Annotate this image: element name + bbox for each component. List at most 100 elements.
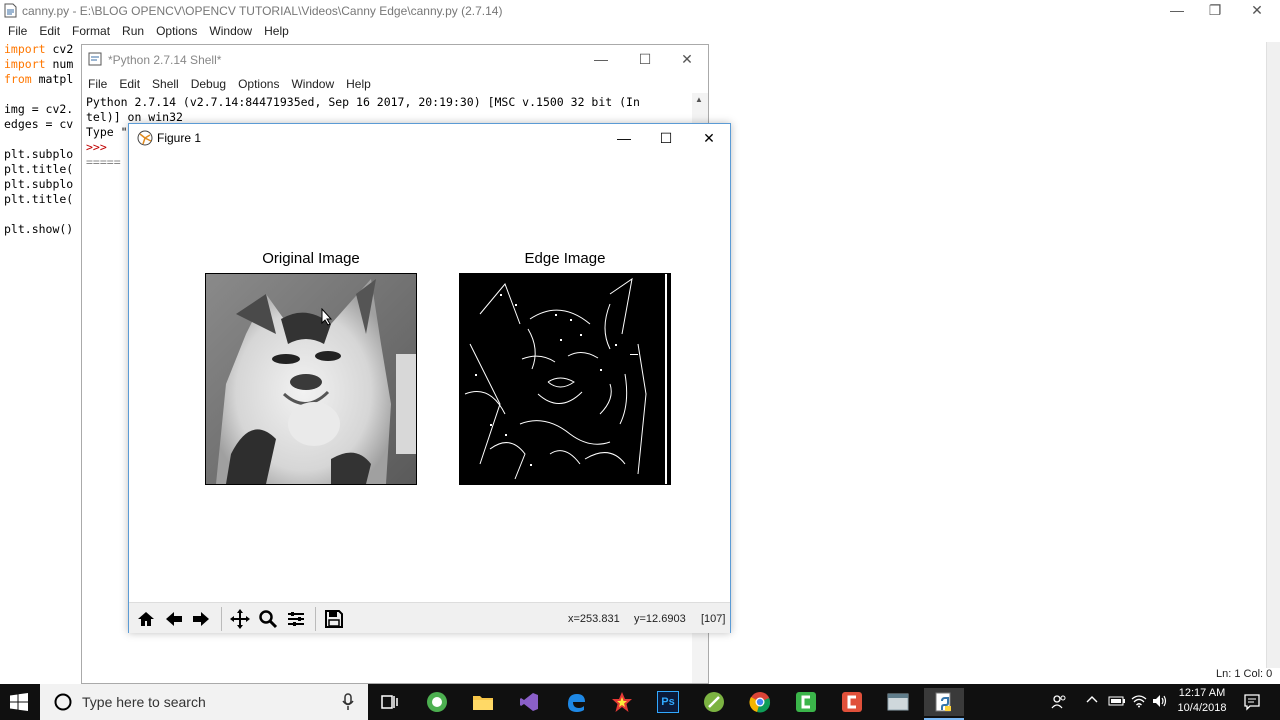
python-idle-icon[interactable] [924,688,964,720]
python-file-icon [4,3,17,18]
x-coordinate-readout: x=253.831 [568,613,620,625]
python-shell-icon [88,52,102,66]
photoshop-label: Ps [657,691,679,713]
matplotlib-icon [137,130,153,146]
menu-run[interactable]: Run [116,24,150,40]
clock-date: 10/4/2018 [1177,702,1227,714]
shell-menu-options[interactable]: Options [232,77,285,93]
edge-browser-icon[interactable] [556,688,596,716]
figure-titlebar: Figure 1 — ☐ ✕ [129,124,730,152]
cortana-circle-icon [54,693,72,716]
green-app-icon[interactable] [694,688,734,716]
microphone-icon[interactable] [342,693,354,716]
menu-help[interactable]: Help [258,24,295,40]
close-button[interactable]: ✕ [1234,0,1280,20]
menu-edit[interactable]: Edit [33,24,66,40]
menu-format[interactable]: Format [66,24,116,40]
figure-window: Figure 1 — ☐ ✕ Original Image Edge Image… [128,123,731,633]
shell-menu-window[interactable]: Window [285,77,340,93]
wifi-icon[interactable] [1131,694,1147,711]
clock[interactable]: 12:17 AM 10/4/2018 [1172,686,1232,716]
menu-window[interactable]: Window [203,24,258,40]
shell-line: tel)] on win32 [86,110,183,124]
toolbar-separator [221,607,222,631]
shell-menu-help[interactable]: Help [340,77,377,93]
star-app-icon[interactable] [602,688,642,716]
search-placeholder: Type here to search [82,694,206,710]
code-line: plt.title( [4,162,74,176]
toolbar-separator [315,607,316,631]
subplot-title-edge: Edge Image [524,250,606,267]
editor-title: canny.py - E:\BLOG OPENCV\OPENCV TUTORIA… [22,4,503,18]
save-icon[interactable] [321,606,347,632]
original-image[interactable] [205,273,417,485]
pan-icon[interactable] [227,606,253,632]
volume-icon[interactable] [1152,694,1168,711]
chrome-icon[interactable] [740,688,780,716]
menu-options[interactable]: Options [150,24,203,40]
code-line: import cv2 [4,42,74,56]
code-line: plt.subplo [4,147,74,161]
battery-icon[interactable] [1108,694,1126,711]
shell-menu-debug[interactable]: Debug [185,77,232,93]
photoshop-icon[interactable]: Ps [648,688,688,716]
camtasia-icon[interactable] [786,688,826,716]
taskbar-search-box[interactable]: Type here to search [40,684,368,720]
file-explorer-icon[interactable] [463,688,503,716]
code-line: from matpl [4,72,74,86]
visual-studio-icon[interactable] [509,688,549,716]
shell-line: Python 2.7.14 (v2.7.14:84471935ed, Sep 1… [86,95,640,109]
shell-menu-edit[interactable]: Edit [113,77,146,93]
menu-file[interactable]: File [2,24,33,40]
code-line: edges = cv [4,117,74,131]
shell-menu-shell[interactable]: Shell [146,77,185,93]
people-icon[interactable] [1050,693,1068,714]
y-coordinate-readout: y=12.6903 [634,613,686,625]
navigation-toolbar: x=253.831 y=12.6903 [107] [129,602,730,633]
edge-detection-output [460,274,670,484]
forward-icon[interactable] [188,606,214,632]
code-line: plt.title( [4,192,74,206]
code-line: img = cv2. [4,102,74,116]
shell-close-button[interactable]: ✕ [664,49,710,69]
shell-minimize-button[interactable]: — [578,49,624,69]
task-view-icon[interactable] [370,688,410,716]
code-line: plt.show() [4,222,74,236]
shell-title: *Python 2.7.14 Shell* [108,53,222,67]
zoom-icon[interactable] [255,606,281,632]
clock-time: 12:17 AM [1178,687,1226,699]
figure-maximize-button[interactable]: ☐ [643,128,689,148]
edge-image[interactable] [459,273,671,485]
editor-titlebar: canny.py - E:\BLOG OPENCV\OPENCV TUTORIA… [0,0,1280,22]
shell-menubar: File Edit Shell Debug Options Window Hel… [82,77,377,93]
restore-button[interactable]: ❐ [1192,0,1238,20]
windows-taskbar: Type here to search Ps 12:17 AM 10/4/201… [0,684,1280,720]
tray-chevron-up-icon[interactable] [1086,694,1098,707]
shell-maximize-button[interactable]: ☐ [622,49,668,69]
editor-menubar: File Edit Format Run Options Window Help [2,24,295,40]
red-app-icon[interactable] [832,688,872,716]
window-app-icon[interactable] [878,688,918,716]
shell-menu-file[interactable]: File [82,77,113,93]
configure-icon[interactable] [283,606,309,632]
figure-title: Figure 1 [157,131,202,145]
code-line: import num [4,57,74,71]
subplot-title-original: Original Image [262,250,360,267]
notifications-icon[interactable] [1243,693,1261,714]
scroll-up-arrow-icon[interactable]: ▲ [695,95,703,104]
figure-close-button[interactable]: ✕ [686,128,732,148]
figure-minimize-button[interactable]: — [601,128,647,148]
back-icon[interactable] [161,606,187,632]
pixel-value-readout: [107] [701,613,726,625]
windows-start-icon[interactable] [10,693,28,716]
shell-titlebar: *Python 2.7.14 Shell* — ☐ ✕ [82,45,708,73]
code-area[interactable]: import cv2 import num from matpl img = c… [4,42,73,237]
shell-prompt: >>> [86,140,107,154]
home-icon[interactable] [133,606,159,632]
shell-restart-separator: ===== [86,155,121,169]
editor-scrollbar[interactable] [1266,42,1280,668]
editor-status: Ln: 1 Col: 0 [1216,668,1273,680]
shell-line: Type " [86,125,128,139]
app-green-icon[interactable] [417,688,457,716]
mouse-cursor-icon [321,307,333,331]
